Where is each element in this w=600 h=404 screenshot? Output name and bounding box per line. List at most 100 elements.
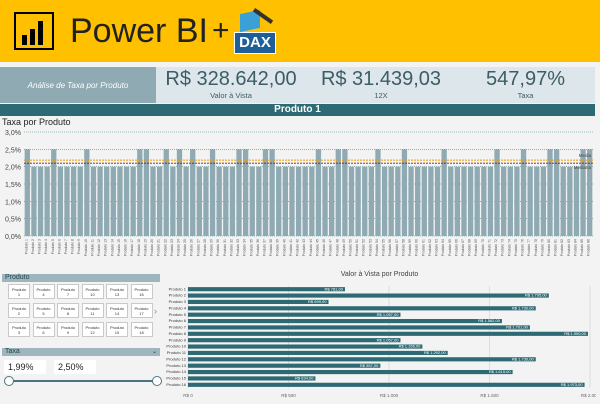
kpi-value: R$ 31.439,03 bbox=[320, 68, 442, 90]
y-tick-label: Produto 7 bbox=[169, 325, 187, 330]
x-tick-label: Produto 13 bbox=[104, 239, 108, 256]
bar bbox=[441, 149, 447, 236]
bar bbox=[143, 149, 150, 236]
taxa-max-input[interactable]: 2,50% bbox=[54, 360, 96, 374]
bar bbox=[295, 166, 302, 236]
x-tick-label: Produto 79 bbox=[540, 239, 544, 256]
data-label: R$ 1.166,00 bbox=[399, 344, 422, 349]
x-tick-label: Produto 82 bbox=[560, 239, 564, 256]
x-tick-label: Produto 56 bbox=[388, 239, 392, 256]
chevron-down-icon[interactable]: ⌄ bbox=[152, 348, 157, 356]
produto-tile[interactable]: Produto 11 bbox=[81, 303, 104, 318]
x-tick-label: Produto 19 bbox=[143, 239, 147, 256]
brand-title: Power BI bbox=[70, 12, 208, 50]
produto-tile[interactable]: Produto 4 bbox=[32, 284, 55, 299]
kpi-12x: R$ 31.439,03 12X bbox=[306, 67, 456, 103]
x-tick-label: Produto 48 bbox=[335, 239, 339, 256]
data-label: R$ 957,00 bbox=[360, 363, 379, 368]
header-banner: Power BI + DAX bbox=[0, 0, 600, 62]
bar bbox=[302, 166, 308, 236]
x-tick-label: Produto 86 bbox=[587, 239, 591, 256]
bar bbox=[188, 293, 549, 298]
x-tick-label: Produto 23 bbox=[170, 239, 174, 256]
produto-tile[interactable]: Produto 1 bbox=[8, 284, 30, 299]
produto-tile[interactable]: Produto 6 bbox=[32, 322, 55, 337]
x-tick-label: Produto 8 bbox=[71, 239, 75, 254]
data-label: R$ 1.730,00 bbox=[512, 305, 535, 310]
plus-sign: + bbox=[212, 14, 230, 47]
bar bbox=[163, 149, 169, 236]
taxa-min-input[interactable]: 1,99% bbox=[4, 360, 46, 374]
bar bbox=[527, 166, 533, 236]
bar bbox=[329, 166, 335, 236]
data-label: R$ 1.795,00 bbox=[525, 293, 548, 298]
produto-tile[interactable]: Produto 18 bbox=[130, 322, 153, 337]
bar bbox=[282, 166, 288, 236]
produto-tile[interactable]: Produto 8 bbox=[57, 303, 79, 318]
bar bbox=[31, 166, 37, 236]
x-tick-label: Produto 25 bbox=[183, 239, 187, 256]
bar bbox=[84, 149, 90, 236]
bar bbox=[514, 166, 520, 236]
x-tick-label: Produto 16 bbox=[124, 239, 128, 256]
produto-tile[interactable]: Produto 15 bbox=[106, 322, 128, 337]
y-tick-label: Produto 2 bbox=[169, 293, 187, 298]
chevron-right-icon[interactable]: › bbox=[154, 306, 157, 316]
x-tick-label: Produto 22 bbox=[163, 239, 167, 256]
bar bbox=[388, 166, 394, 236]
data-label: R$ 1.730,00 bbox=[512, 356, 535, 361]
x-tick-label: Produto 80 bbox=[547, 239, 551, 256]
bar bbox=[408, 166, 414, 236]
x-tick-label: Produto 49 bbox=[342, 239, 346, 256]
produto-tile[interactable]: Produto 10 bbox=[81, 284, 104, 299]
bar bbox=[104, 166, 110, 236]
bar bbox=[276, 166, 282, 236]
kpi-cards: R$ 328.642,00 Valor à Vista R$ 31.439,03… bbox=[156, 67, 595, 103]
y-tick-label: 0,5% bbox=[5, 217, 21, 224]
y-tick-label: Produto 10 bbox=[166, 344, 186, 349]
data-label: R$ 1.057,00 bbox=[377, 312, 400, 317]
produto-tile[interactable]: Produto 7 bbox=[57, 284, 79, 299]
bar bbox=[117, 166, 123, 236]
taxa-slicer-header: Taxa ⌄ bbox=[2, 348, 160, 356]
x-tick-label: Produto 39 bbox=[276, 239, 280, 256]
produto-tile[interactable]: Produto 3 bbox=[8, 322, 30, 337]
produto-tile[interactable]: Produto 12 bbox=[81, 322, 104, 337]
x-tick-label: Produto 33 bbox=[236, 239, 240, 256]
bar bbox=[421, 166, 427, 236]
produto-tile[interactable]: Produto 9 bbox=[57, 322, 79, 337]
taxa-slider-track[interactable] bbox=[8, 380, 156, 382]
bar bbox=[322, 166, 328, 236]
bar bbox=[229, 166, 236, 236]
x-tick-label: Produto 18 bbox=[137, 239, 141, 256]
y-tick-label: 1,0% bbox=[5, 199, 21, 206]
x-tick-label: Produto 5 bbox=[51, 239, 55, 254]
kpi-panel-title: Análise de Taxa por Produto bbox=[0, 67, 156, 103]
x-tick-label: Produto 10 bbox=[84, 239, 88, 256]
produto-tile[interactable]: Produto 2 bbox=[8, 303, 30, 318]
bar bbox=[188, 318, 502, 324]
bar bbox=[534, 166, 540, 236]
data-label: R$ 1.615,00 bbox=[489, 369, 512, 374]
produto-tile[interactable]: Produto 16 bbox=[130, 284, 153, 299]
produto-tile[interactable]: Produto 13 bbox=[106, 284, 128, 299]
x-tick-label: Produto 69 bbox=[474, 239, 478, 256]
bar bbox=[348, 166, 355, 236]
bar bbox=[123, 166, 130, 236]
produto-tile[interactable]: Produto 17 bbox=[130, 303, 153, 318]
bar bbox=[494, 149, 500, 236]
produto-tile[interactable]: Produto 14 bbox=[106, 303, 128, 318]
x-tick-label: Produto 1 bbox=[24, 239, 28, 254]
taxa-slider-max-handle[interactable] bbox=[152, 376, 162, 386]
bar bbox=[289, 166, 295, 236]
bar bbox=[70, 166, 77, 236]
data-label: R$ 781,00 bbox=[325, 286, 344, 291]
bar bbox=[188, 363, 381, 368]
taxa-slider-min-handle[interactable] bbox=[4, 376, 14, 386]
y-tick-label: 0,0% bbox=[5, 234, 21, 241]
produto-tile[interactable]: Produto 5 bbox=[32, 303, 55, 318]
x-tick-label: Produto 2 bbox=[31, 239, 35, 254]
x-tick-label: Produto 65 bbox=[448, 239, 452, 256]
bar bbox=[216, 166, 222, 236]
x-tick-label: Produto 44 bbox=[309, 239, 313, 256]
